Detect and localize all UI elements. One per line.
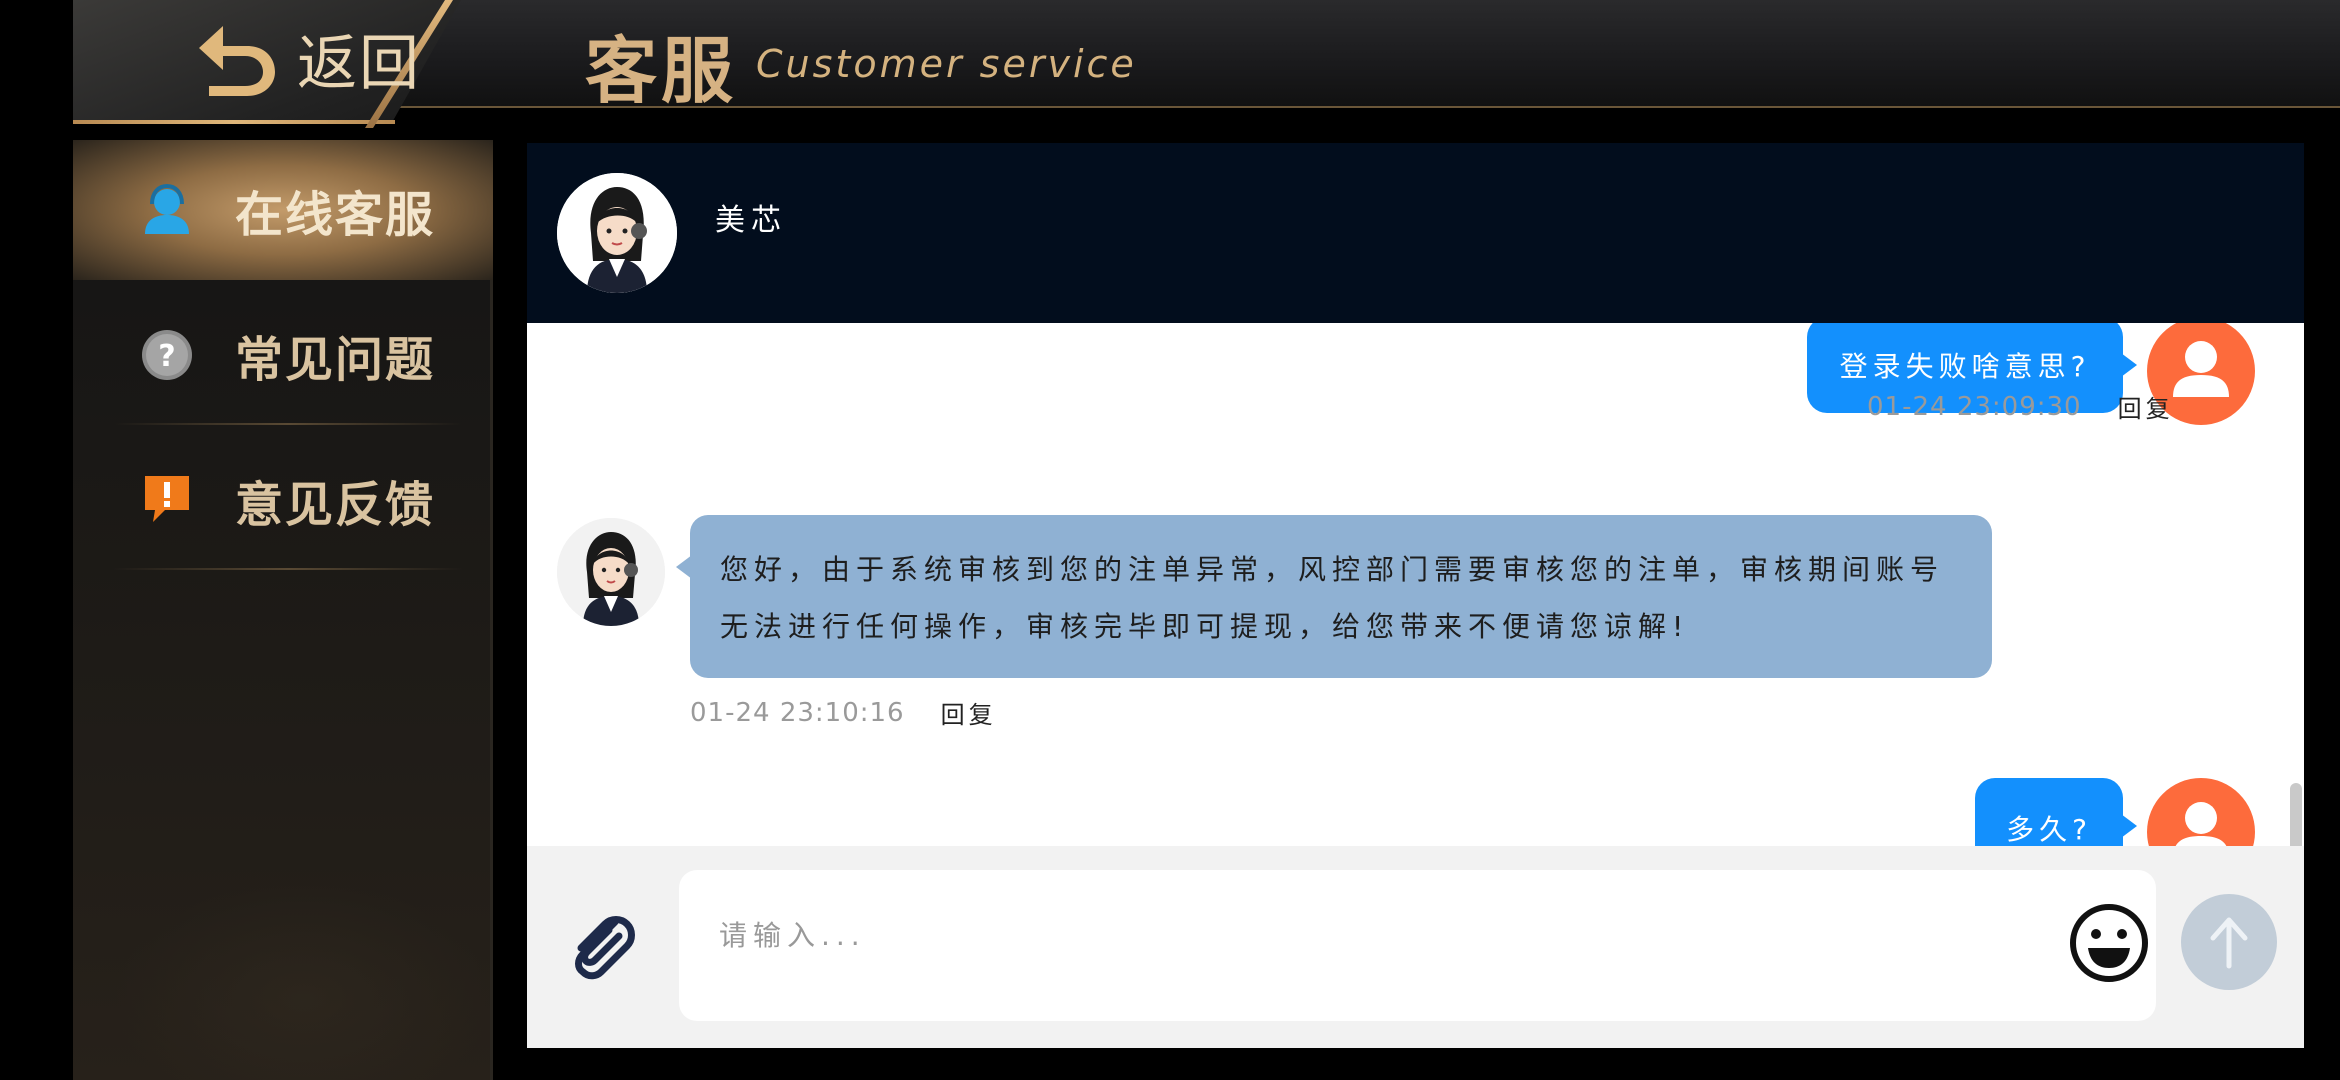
sidebar-item-label: 在线客服 [235, 187, 436, 243]
message-text: 多久? [2006, 813, 2092, 846]
user-service-icon [145, 183, 189, 234]
reply-link[interactable]: 回复 [2118, 389, 2174, 424]
sidebar-item-online-service[interactable]: 在线客服 [73, 140, 493, 280]
sidebar-item-feedback[interactable]: 意见反馈 [73, 430, 493, 570]
question-icon: ? [142, 330, 192, 380]
message-meta: 01-24 23:10:16 回复 [690, 695, 997, 730]
message-input-box[interactable] [679, 870, 2156, 1021]
attachment-icon[interactable] [563, 906, 643, 986]
feedback-icon [145, 476, 189, 522]
page-title: 客服 [585, 29, 738, 113]
send-button[interactable] [2181, 894, 2277, 990]
message-meta: 01-24 23:09:30 回复 [1867, 389, 2174, 424]
sidebar-item-faq[interactable]: ? 常见问题 [73, 285, 493, 425]
agent-name: 美芯 [715, 203, 787, 238]
emoji-icon[interactable] [2068, 902, 2150, 984]
input-bar [527, 846, 2304, 1048]
message-time: 01-24 23:10:16 [690, 697, 905, 728]
back-label: 返回 [297, 28, 421, 99]
sidebar: 在线客服 ? 常见问题 意见反馈 [73, 140, 493, 1080]
page-subtitle: Customer service [756, 42, 1137, 86]
back-button[interactable]: 返回 [193, 18, 421, 99]
sidebar-item-label: 常见问题 [235, 332, 436, 388]
message-input[interactable] [719, 910, 2019, 960]
agent-avatar-small [557, 518, 665, 626]
agent-portrait-icon [557, 518, 665, 626]
sidebar-item-label: 意见反馈 [235, 477, 436, 533]
svg-text:?: ? [158, 339, 175, 374]
agent-avatar [557, 173, 677, 293]
chat-header: 美芯 [527, 143, 2304, 323]
message-text: 您好，由于系统审核到您的注单异常，风控部门需要审核您的注单，审核期间账号无法进行… [720, 553, 1945, 643]
top-header: 返回 客服 Customer service [73, 0, 2340, 128]
message-time: 01-24 23:09:30 [1867, 391, 2082, 422]
sidebar-divider [113, 568, 463, 570]
back-panel-border [73, 120, 395, 124]
sidebar-divider [113, 423, 463, 425]
message-text: 登录失败啥意思? [1839, 350, 2091, 383]
agent-portrait-icon [557, 173, 677, 293]
sidebar-decoration [113, 880, 493, 1080]
agent-message-bubble: 您好，由于系统审核到您的注单异常，风控部门需要审核您的注单，审核期间账号无法进行… [676, 515, 1992, 678]
chat-panel: 美芯 登录失败啥意思? 01-24 23:09:30 回复 您好，由于系统审核到… [527, 143, 2304, 1048]
back-arrow-icon [199, 26, 275, 96]
reply-link[interactable]: 回复 [941, 695, 997, 730]
arrow-up-icon [2210, 917, 2248, 969]
